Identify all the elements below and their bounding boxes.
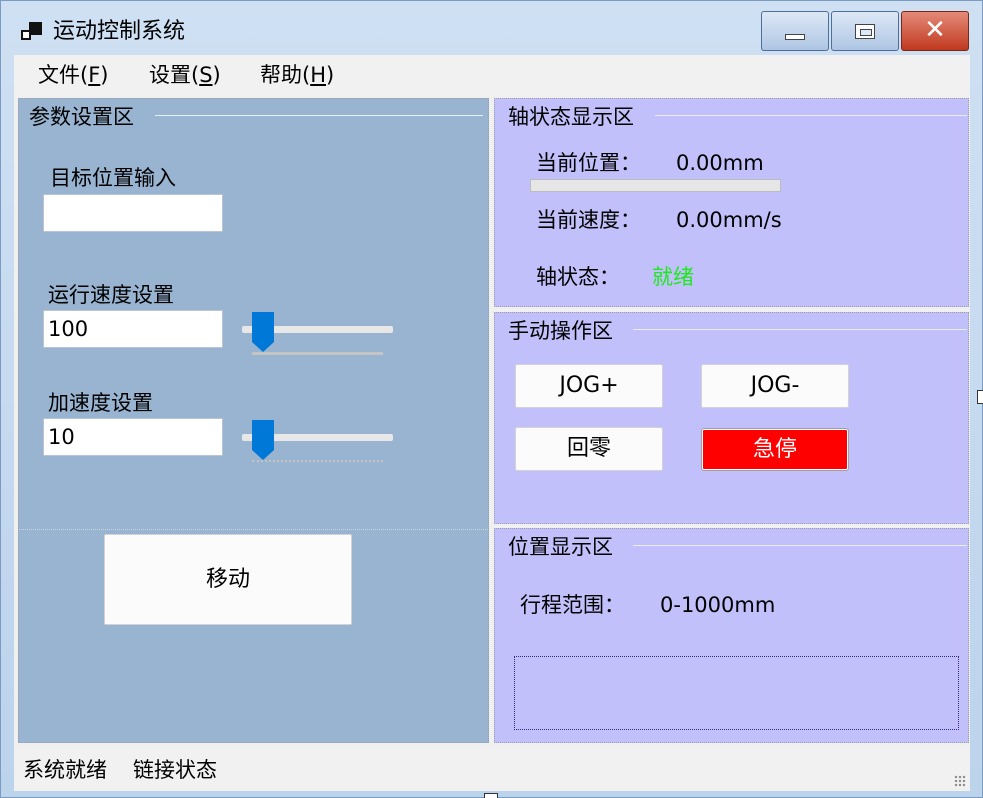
current-speed-label: 当前速度： bbox=[536, 208, 641, 232]
title-bar[interactable]: 运动控制系统 ✕ bbox=[1, 1, 982, 55]
travel-range-label: 行程范围： bbox=[520, 593, 625, 617]
position-display-canvas bbox=[514, 656, 959, 730]
home-button[interactable]: 回零 bbox=[515, 427, 663, 471]
menu-bar: 文件(F) 设置(S) 帮助(H) bbox=[14, 55, 970, 95]
manual-operation-panel: 手动操作区 JOG+ JOG- 回零 急停 bbox=[494, 312, 969, 524]
axis-state-label: 轴状态： bbox=[536, 265, 620, 289]
run-speed-label: 运行速度设置 bbox=[48, 283, 174, 307]
target-position-label: 目标位置输入 bbox=[50, 166, 176, 190]
group-border-line bbox=[155, 115, 483, 116]
slider-thumb[interactable] bbox=[252, 312, 274, 352]
target-position-input[interactable] bbox=[43, 194, 223, 232]
resize-grip-icon[interactable] bbox=[954, 775, 966, 787]
jog-minus-button[interactable]: JOG- bbox=[701, 364, 849, 408]
parameter-settings-panel: 参数设置区 目标位置输入 运行速度设置 加速度设置 移动 bbox=[18, 98, 489, 743]
maximize-button[interactable] bbox=[831, 11, 899, 51]
app-window-icon bbox=[21, 21, 43, 43]
acceleration-label: 加速度设置 bbox=[48, 391, 153, 415]
move-button[interactable]: 移动 bbox=[104, 534, 352, 625]
run-speed-slider[interactable] bbox=[240, 312, 395, 362]
manual-operation-title: 手动操作区 bbox=[508, 319, 613, 343]
menu-help[interactable]: 帮助(H) bbox=[260, 61, 334, 89]
slider-ticks bbox=[252, 352, 383, 355]
client-area: 参数设置区 目标位置输入 运行速度设置 加速度设置 移动 轴状态显 bbox=[14, 95, 970, 751]
current-position-label: 当前位置： bbox=[536, 151, 641, 175]
section-divider bbox=[19, 529, 488, 530]
slider-thumb[interactable] bbox=[252, 420, 274, 460]
group-border-line bbox=[633, 545, 967, 546]
resize-cursor-icon bbox=[977, 390, 983, 404]
emergency-stop-button[interactable]: 急停 bbox=[701, 428, 849, 471]
position-display-panel: 位置显示区 行程范围： 0-1000mm bbox=[494, 528, 969, 743]
current-speed-value: 0.00mm/s bbox=[676, 208, 782, 232]
axis-status-panel: 轴状态显示区 当前位置： 0.00mm 当前速度： 0.00mm/s 轴状态： … bbox=[494, 98, 969, 307]
close-icon: ✕ bbox=[924, 15, 946, 45]
connection-status-text: 链接状态 bbox=[133, 758, 217, 782]
slider-ticks bbox=[252, 460, 383, 462]
current-position-value: 0.00mm bbox=[676, 151, 764, 175]
jog-plus-button[interactable]: JOG+ bbox=[515, 364, 663, 408]
minimize-button[interactable] bbox=[761, 11, 829, 51]
resize-cursor-icon bbox=[484, 793, 498, 798]
status-bar: 系统就绪 链接状态 bbox=[14, 751, 970, 791]
travel-range-value: 0-1000mm bbox=[660, 593, 776, 617]
group-border-line bbox=[655, 115, 967, 116]
menu-file[interactable]: 文件(F) bbox=[38, 61, 109, 89]
position-display-title: 位置显示区 bbox=[508, 535, 613, 559]
acceleration-input[interactable] bbox=[43, 418, 223, 456]
axis-state-value: 就绪 bbox=[652, 265, 694, 289]
window-title: 运动控制系统 bbox=[53, 19, 186, 44]
acceleration-slider[interactable] bbox=[240, 420, 395, 470]
run-speed-input[interactable] bbox=[43, 310, 223, 348]
axis-status-title: 轴状态显示区 bbox=[508, 105, 634, 129]
main-window: 运动控制系统 ✕ 文件(F) 设置(S) 帮助(H) 参数设置区 目标位置输入 … bbox=[0, 0, 983, 798]
maximize-icon bbox=[855, 24, 875, 39]
parameter-settings-title: 参数设置区 bbox=[29, 105, 134, 129]
system-status-text: 系统就绪 bbox=[23, 758, 107, 782]
position-progress-bar bbox=[530, 179, 781, 192]
group-border-line bbox=[633, 329, 967, 330]
minimize-icon bbox=[785, 34, 805, 40]
close-button[interactable]: ✕ bbox=[901, 11, 969, 51]
menu-settings[interactable]: 设置(S) bbox=[149, 61, 221, 89]
